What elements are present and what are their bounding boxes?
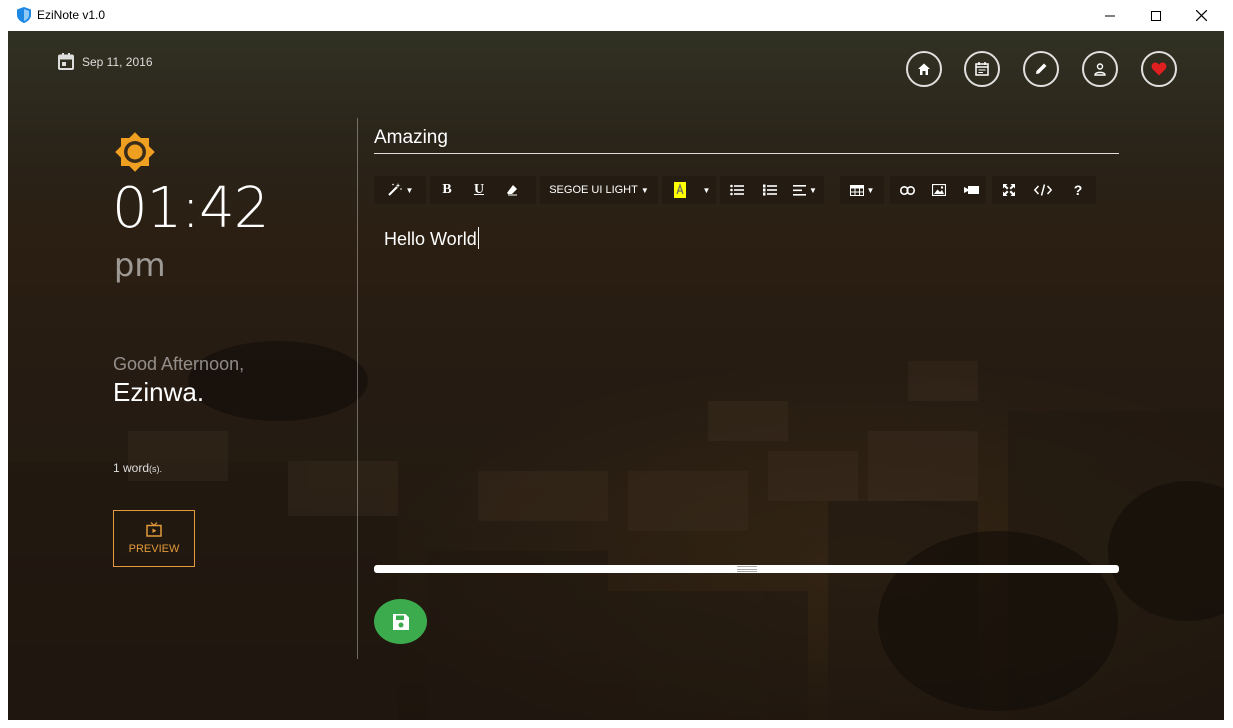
heart-icon [1151, 62, 1167, 76]
calendar-button[interactable] [964, 51, 1000, 87]
date-text: Sep 11, 2016 [82, 54, 153, 69]
clock-ampm: pm [114, 246, 166, 284]
divider-line [357, 118, 358, 659]
close-button[interactable] [1178, 0, 1224, 31]
font-dropdown[interactable]: SEGOE UI LIGHT ▼ [542, 176, 656, 204]
floppy-disk-icon [392, 613, 409, 630]
resize-grip-icon[interactable] [737, 566, 757, 572]
ordered-list-icon [763, 184, 777, 196]
text-cursor [477, 227, 479, 249]
maximize-button[interactable] [1133, 0, 1179, 31]
clock-time: 01:42 [112, 176, 269, 241]
word-count-unit: (s). [149, 464, 163, 474]
word-count-value: 1 word [113, 461, 150, 475]
help-button[interactable]: ? [1062, 176, 1094, 204]
code-view-icon [1034, 184, 1052, 196]
edit-button[interactable] [1023, 51, 1059, 87]
note-title-text: Amazing [374, 127, 448, 148]
fullscreen-button[interactable] [994, 176, 1024, 204]
table-icon [849, 184, 864, 196]
table-dropdown-button[interactable]: ▼ [842, 176, 882, 204]
highlight-color-icon [674, 182, 686, 198]
app-window: EziNote v1.0 Sep 11, 2016 01:42 pm Good … [0, 0, 1233, 728]
calendar-icon [975, 62, 989, 76]
home-button[interactable] [906, 51, 942, 87]
color-dropdown-button[interactable]: ▼ [696, 176, 714, 204]
window-title: EziNote v1.0 [37, 8, 106, 22]
preview-button[interactable]: PREVIEW [113, 510, 195, 567]
magic-wand-icon [387, 183, 402, 196]
user-name: Ezinwa. [113, 377, 205, 407]
bold-icon: B [442, 182, 452, 197]
pencil-icon [1036, 63, 1047, 74]
link-button[interactable] [892, 176, 922, 204]
app-content: Sep 11, 2016 01:42 pm Good Afternoon, Ez… [8, 31, 1224, 720]
chevron-down-icon: ▼ [702, 185, 711, 195]
preview-label: PREVIEW [128, 543, 180, 555]
align-icon [793, 184, 807, 196]
favorite-button[interactable] [1141, 51, 1177, 87]
home-icon [918, 63, 930, 75]
fullscreen-icon [1003, 184, 1015, 196]
close-icon [1195, 10, 1207, 21]
help-icon: ? [1073, 182, 1083, 198]
sun-icon [115, 132, 155, 172]
minimize-button[interactable] [1087, 0, 1133, 31]
video-button[interactable] [956, 176, 986, 204]
calendar-icon [58, 53, 74, 70]
date-display: Sep 11, 2016 [58, 53, 153, 70]
note-title-input[interactable]: Amazing [374, 126, 1119, 154]
font-name-label: SEGOE UI LIGHT [549, 184, 638, 196]
highlight-color-button[interactable] [666, 176, 694, 204]
code-view-button[interactable] [1026, 176, 1060, 204]
align-dropdown-button[interactable]: ▼ [788, 176, 822, 204]
save-button[interactable] [374, 599, 427, 644]
editor-content[interactable]: Hello World [384, 227, 479, 250]
style-dropdown-button[interactable]: ▼ [376, 176, 424, 204]
ordered-list-button[interactable] [754, 176, 786, 204]
link-icon [899, 185, 915, 195]
editor-text: Hello World [384, 229, 477, 249]
editor-resize-bar[interactable] [374, 565, 1119, 573]
underline-icon: U [473, 182, 485, 197]
minimize-icon [1105, 15, 1115, 16]
eraser-icon [507, 185, 517, 196]
underline-button[interactable]: U [464, 176, 494, 204]
profile-button[interactable] [1082, 51, 1118, 87]
app-shield-icon [17, 7, 31, 23]
image-button[interactable] [924, 176, 954, 204]
word-count: 1 word(s). [113, 461, 162, 475]
user-icon [1094, 63, 1106, 76]
bold-button[interactable]: B [432, 176, 462, 204]
video-icon [963, 186, 979, 194]
clear-format-button[interactable] [496, 176, 528, 204]
maximize-icon [1151, 10, 1161, 21]
preview-tv-icon [146, 522, 162, 537]
title-bar: EziNote v1.0 [0, 0, 1233, 31]
unordered-list-button[interactable] [722, 176, 752, 204]
unordered-list-icon [730, 184, 744, 196]
greeting-text: Good Afternoon, [113, 354, 245, 374]
image-icon [932, 184, 946, 196]
